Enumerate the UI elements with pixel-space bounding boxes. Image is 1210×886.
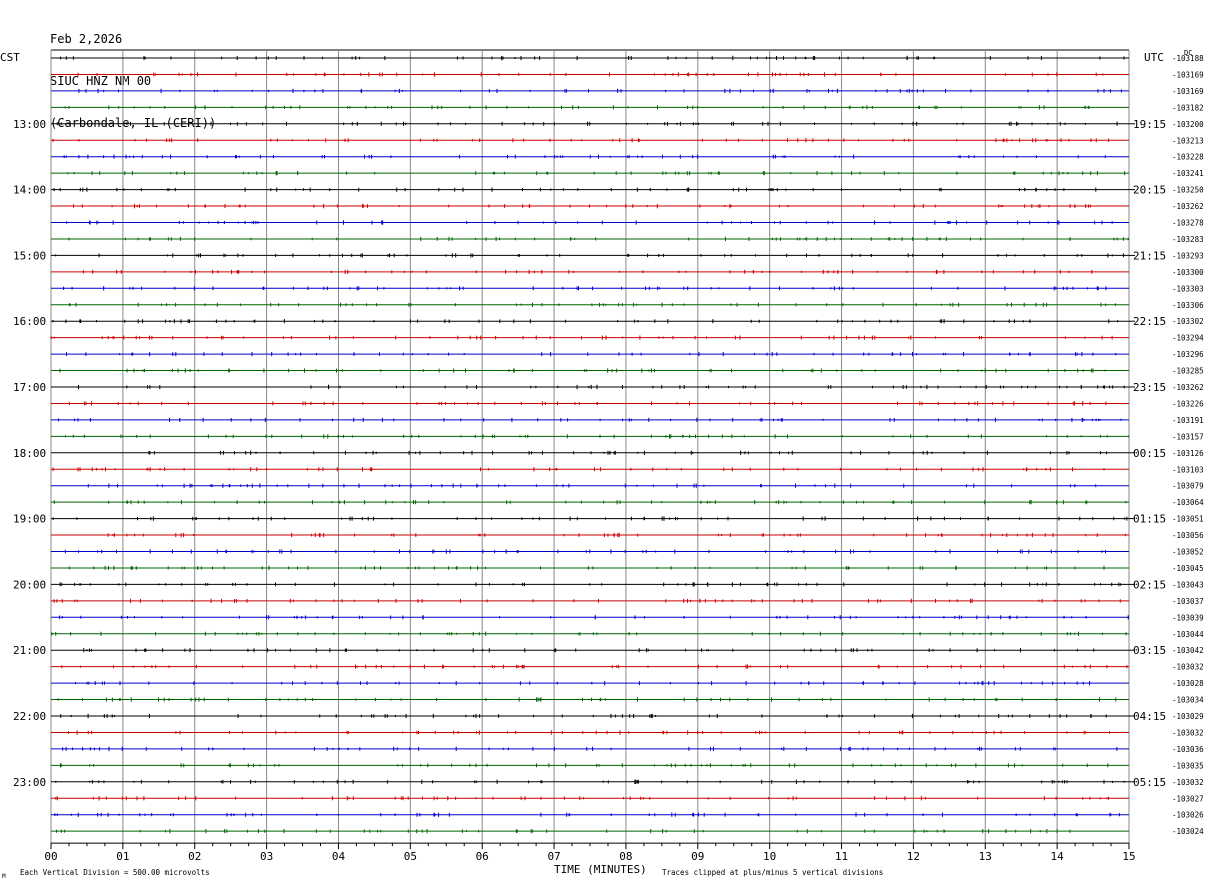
x-tick-label: 10 <box>763 850 776 863</box>
dc-offset-label: -103228 <box>1172 153 1204 162</box>
dc-offset-label: -103302 <box>1172 317 1204 326</box>
dc-offset-label: -103296 <box>1172 350 1204 359</box>
dc-offset-label: -103126 <box>1172 449 1204 458</box>
dc-offset-label: -103052 <box>1172 548 1204 557</box>
corner-mark: M <box>2 873 6 880</box>
dc-offset-label: -103283 <box>1172 235 1204 244</box>
right-hour-label: 20:15 <box>1133 184 1166 197</box>
dc-offset-label: -103045 <box>1172 564 1204 573</box>
dc-offset-label: -103032 <box>1172 778 1204 787</box>
right-hour-label: 19:15 <box>1133 118 1166 131</box>
dc-offset-label: -103027 <box>1172 794 1204 803</box>
right-hour-label: 02:15 <box>1133 578 1166 591</box>
dc-offset-label: -103039 <box>1172 613 1204 622</box>
x-axis-title: TIME (MINUTES) <box>554 863 647 876</box>
right-hour-label: 23:15 <box>1133 381 1166 394</box>
dc-offset-label: -103042 <box>1172 646 1204 655</box>
left-hour-label: 21:00 <box>13 644 46 657</box>
dc-offset-label: -103262 <box>1172 383 1204 392</box>
left-hour-label: 18:00 <box>13 447 46 460</box>
right-hour-label: 00:15 <box>1133 447 1166 460</box>
x-tick-label: 13 <box>979 850 992 863</box>
left-hour-label: 13:00 <box>13 118 46 131</box>
dc-offset-label: -103157 <box>1172 432 1204 441</box>
x-tick-label: 06 <box>476 850 489 863</box>
x-tick-label: 11 <box>835 850 848 863</box>
left-hour-label: 20:00 <box>13 578 46 591</box>
dc-offset-label: -103213 <box>1172 136 1204 145</box>
dc-offset-label: -103035 <box>1172 761 1204 770</box>
clipping-note: Traces clipped at plus/minus 5 vertical … <box>662 868 883 877</box>
dc-offset-label: -103226 <box>1172 399 1204 408</box>
left-hour-label: 15:00 <box>13 249 46 262</box>
dc-offset-label: -103241 <box>1172 169 1204 178</box>
x-tick-label: 04 <box>332 850 346 863</box>
x-tick-label: 03 <box>260 850 273 863</box>
x-tick-label: 08 <box>619 850 632 863</box>
x-tick-label: 02 <box>188 850 201 863</box>
dc-offset-label: -103032 <box>1172 728 1204 737</box>
dc-offset-label: -103036 <box>1172 745 1204 754</box>
x-tick-label: 12 <box>907 850 920 863</box>
seismogram-plot: -103188-103169-103169-103182-103200-1032… <box>0 49 1204 880</box>
dc-offset-label: -103103 <box>1172 465 1204 474</box>
dc-offset-label: -103043 <box>1172 580 1204 589</box>
dc-offset-label: -103300 <box>1172 268 1204 277</box>
dc-offset-label: -103044 <box>1172 630 1204 639</box>
dc-offset-label: -103182 <box>1172 103 1204 112</box>
x-tick-label: 14 <box>1051 850 1065 863</box>
dc-offset-label: -103169 <box>1172 87 1204 96</box>
x-tick-label: 09 <box>691 850 704 863</box>
dc-label: DC <box>1184 49 1192 57</box>
left-axis-label: CST <box>0 51 20 64</box>
right-hour-label: 04:15 <box>1133 710 1166 723</box>
left-hour-label: 16:00 <box>13 315 46 328</box>
dc-offset-label: -103262 <box>1172 202 1204 211</box>
right-hour-label: 01:15 <box>1133 513 1166 526</box>
dc-offset-label: -103064 <box>1172 498 1204 507</box>
dc-offset-label: -103294 <box>1172 334 1204 343</box>
dc-offset-label: -103028 <box>1172 679 1204 688</box>
dc-offset-label: -103278 <box>1172 219 1204 228</box>
dc-offset-label: -103032 <box>1172 663 1204 672</box>
dc-offset-label: -103024 <box>1172 827 1204 836</box>
dc-offset-label: -103250 <box>1172 186 1204 195</box>
left-hour-label: 17:00 <box>13 381 46 394</box>
x-tick-label: 00 <box>44 850 57 863</box>
x-tick-label: 05 <box>404 850 417 863</box>
dc-offset-label: -103285 <box>1172 367 1204 376</box>
x-tick-label: 01 <box>116 850 129 863</box>
left-hour-label: 19:00 <box>13 513 46 526</box>
left-hour-label: 23:00 <box>13 776 46 789</box>
right-hour-label: 21:15 <box>1133 249 1166 262</box>
dc-offset-label: -103056 <box>1172 531 1204 540</box>
left-hour-label: 14:00 <box>13 184 46 197</box>
x-tick-label: 15 <box>1122 850 1135 863</box>
right-axis-label: UTC <box>1144 51 1164 64</box>
dc-offset-label: -103037 <box>1172 597 1204 606</box>
dc-offset-label: -103293 <box>1172 251 1204 260</box>
right-hour-label: 03:15 <box>1133 644 1166 657</box>
left-hour-label: 22:00 <box>13 710 46 723</box>
dc-offset-label: -103079 <box>1172 482 1204 491</box>
dc-offset-label: -103306 <box>1172 301 1204 310</box>
dc-offset-label: -103034 <box>1172 696 1204 705</box>
dc-offset-label: -103169 <box>1172 70 1204 79</box>
dc-offset-label: -103029 <box>1172 712 1204 721</box>
dc-offset-label: -103026 <box>1172 811 1204 820</box>
vertical-division-note: Each Vertical Division = 500.00 microvol… <box>20 868 210 877</box>
dc-offset-label: -103303 <box>1172 284 1204 293</box>
right-hour-label: 22:15 <box>1133 315 1166 328</box>
dc-offset-label: -103051 <box>1172 515 1204 524</box>
right-hour-label: 05:15 <box>1133 776 1166 789</box>
dc-offset-label: -103191 <box>1172 416 1204 425</box>
x-tick-label: 07 <box>547 850 560 863</box>
dc-offset-label: -103200 <box>1172 120 1204 129</box>
